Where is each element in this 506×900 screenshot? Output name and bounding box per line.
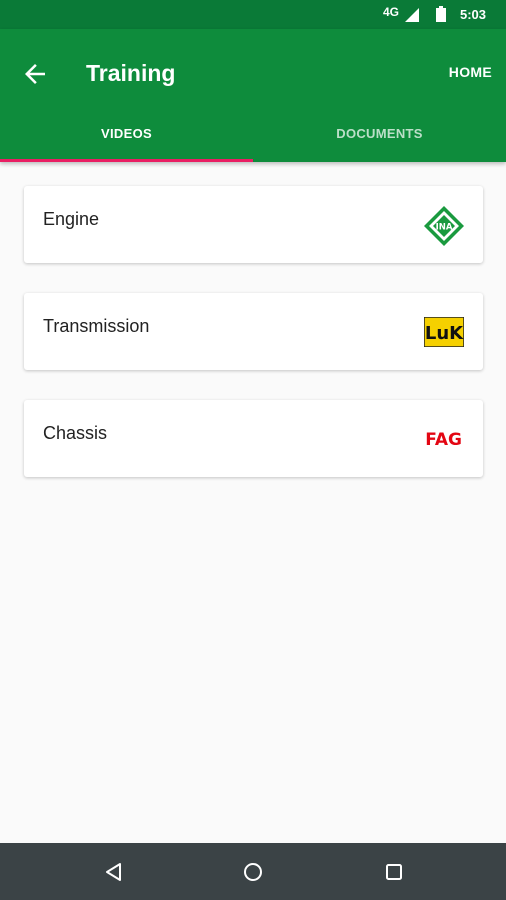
category-label: Engine [43,209,100,229]
category-card-chassis[interactable]: Chassis FAG [24,400,483,477]
luk-logo-text: LuK [425,323,464,344]
luk-logo: LuK [424,317,464,347]
battery-icon [436,6,446,22]
app-bar: Training HOME VIDEOS DOCUMENTS [0,29,506,162]
page-title: Training [86,60,176,86]
ina-logo-text: INA [436,223,453,233]
home-button[interactable]: HOME [449,64,492,80]
tab-indicator [0,159,253,162]
category-card-engine[interactable]: Engine INA [24,186,483,263]
system-nav-bar [0,843,506,900]
ina-logo: INA [424,206,464,246]
status-bar: 4G 5:03 [0,0,506,29]
category-label: Transmission [43,316,150,336]
nav-recent-apps-icon[interactable] [382,860,406,884]
tab-documents[interactable]: DOCUMENTS [253,109,506,162]
clock: 5:03 [460,7,487,22]
network-type: 4G [383,5,400,19]
nav-back-icon[interactable] [102,860,126,884]
fag-logo-text: FAG [425,430,462,450]
category-label: Chassis [43,423,108,443]
tab-videos[interactable]: VIDEOS [0,109,253,162]
category-card-transmission[interactable]: Transmission LuK [24,293,483,370]
category-list: Engine INA Transmission LuK Chassis FAG [24,186,483,507]
fag-logo: FAG [425,430,462,450]
back-arrow-icon[interactable] [20,59,50,89]
nav-home-icon[interactable] [241,860,265,884]
signal-icon [405,8,419,22]
